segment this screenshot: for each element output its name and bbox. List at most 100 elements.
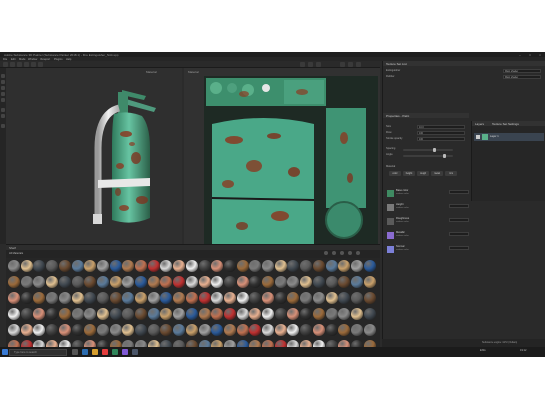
material-thumbnail[interactable] [84,308,97,320]
material-thumbnail[interactable] [249,324,262,336]
material-thumbnail[interactable] [287,324,300,336]
rough-channel-button[interactable]: rough [417,171,429,176]
material-thumbnail[interactable] [211,292,224,304]
material-thumbnail[interactable] [84,260,97,272]
material-thumbnail[interactable] [58,276,71,288]
material-thumbnail[interactable] [338,276,351,288]
material-thumbnail[interactable] [96,276,109,288]
material-thumbnail[interactable] [20,276,33,288]
material-thumbnail[interactable] [262,308,274,320]
material-thumbnail[interactable] [71,260,84,272]
material-thumbnail[interactable] [46,308,59,320]
material-thumbnail[interactable] [46,324,59,336]
channel-dropdown[interactable] [449,190,469,194]
material-thumbnail[interactable] [363,276,376,288]
display-settings-icon[interactable] [316,62,321,67]
app-icon[interactable] [122,349,128,355]
material-thumbnail[interactable] [58,308,71,320]
material-thumbnail[interactable] [58,324,71,336]
material-thumbnail[interactable] [33,276,46,288]
color-swatch[interactable] [387,190,394,197]
material-thumbnail[interactable] [135,292,147,304]
polygon-fill-icon[interactable] [1,86,5,90]
paint-tool-icon[interactable] [3,62,8,67]
material-thumbnail[interactable] [8,292,20,304]
color-swatch[interactable] [387,246,394,253]
material-thumbnail[interactable] [236,276,249,288]
color-swatch[interactable] [387,218,394,225]
material-thumbnail[interactable] [173,308,186,320]
brush-icon[interactable] [1,74,5,78]
material-thumbnail[interactable] [350,260,363,272]
material-thumbnail[interactable] [96,308,109,320]
color-picker-icon[interactable] [1,124,5,128]
material-thumbnail[interactable] [20,324,33,336]
material-thumbnail[interactable] [287,292,300,304]
material-thumbnail[interactable] [198,276,211,288]
clone-tool-icon[interactable] [31,62,36,67]
filter-icon[interactable] [324,251,328,255]
material-thumbnail[interactable] [363,260,376,272]
material-thumbnail[interactable] [262,324,274,336]
material-thumbnail[interactable] [173,324,186,336]
material-thumbnail[interactable] [71,308,84,320]
taskbar-search[interactable]: Type here to search [9,348,67,356]
material-thumbnail[interactable] [173,292,186,304]
grid-view-icon[interactable] [332,251,336,255]
material-thumbnail[interactable] [160,260,173,272]
picker-tool-icon[interactable] [38,62,43,67]
material-thumbnail[interactable] [8,276,20,288]
material-thumbnail[interactable] [249,292,262,304]
material-thumbnail[interactable] [33,308,46,320]
material-thumbnail[interactable] [300,324,313,336]
channel-dropdown[interactable] [449,204,469,208]
material-thumbnail[interactable] [211,324,224,336]
visibility-icon[interactable] [476,135,480,139]
eraser-tool-icon[interactable] [10,62,15,67]
material-thumbnail[interactable] [96,260,109,272]
material-thumbnail[interactable] [58,260,71,272]
smudge-icon[interactable] [1,92,5,96]
channel-roughness[interactable]: Roughness uniform color [387,217,469,227]
transform-icon[interactable] [1,114,5,118]
material-thumbnail[interactable] [223,308,236,320]
material-thumbnail[interactable] [185,276,198,288]
eraser-icon[interactable] [1,80,5,84]
material-thumbnail[interactable] [135,276,147,288]
task-view-icon[interactable] [72,349,78,355]
texture-set-settings-tab[interactable]: Texture Set Settings [492,122,519,126]
material-thumbnail[interactable] [249,276,262,288]
material-thumbnail[interactable] [338,260,351,272]
material-thumbnail[interactable] [325,260,338,272]
material-thumbnail[interactable] [147,260,160,272]
flow-field[interactable]: 100 [417,131,465,135]
close-icon[interactable]: × [535,53,545,57]
material-thumbnail[interactable] [33,260,46,272]
color-channel-button[interactable]: color [389,171,401,176]
color-swatch[interactable] [387,204,394,211]
material-thumbnail[interactable] [338,308,351,320]
material-thumbnail[interactable] [71,276,84,288]
material-thumbnail[interactable] [274,292,287,304]
material-thumbnail[interactable] [8,260,20,272]
normal-channel-button[interactable]: nrm [445,171,457,176]
material-thumbnail[interactable] [160,292,173,304]
material-thumbnail[interactable] [185,324,198,336]
material-thumbnail[interactable] [300,292,313,304]
material-thumbnail[interactable] [338,292,351,304]
material-thumbnail[interactable] [223,292,236,304]
material-thumbnail[interactable] [312,276,325,288]
select-icon[interactable] [1,108,5,112]
material-thumbnail[interactable] [109,260,122,272]
material-thumbnail[interactable] [96,324,109,336]
material-thumbnail[interactable] [287,276,300,288]
material-thumbnail[interactable] [109,324,122,336]
material-thumbnail[interactable] [274,276,287,288]
material-thumbnail[interactable] [185,308,198,320]
material-thumbnail[interactable] [325,308,338,320]
material-thumbnail[interactable] [198,324,211,336]
clone-icon[interactable] [1,98,5,102]
texture-set-item[interactable]: Extinguisher [386,69,400,73]
material-thumbnail[interactable] [160,308,173,320]
language-indicator[interactable]: ENG [480,349,486,352]
